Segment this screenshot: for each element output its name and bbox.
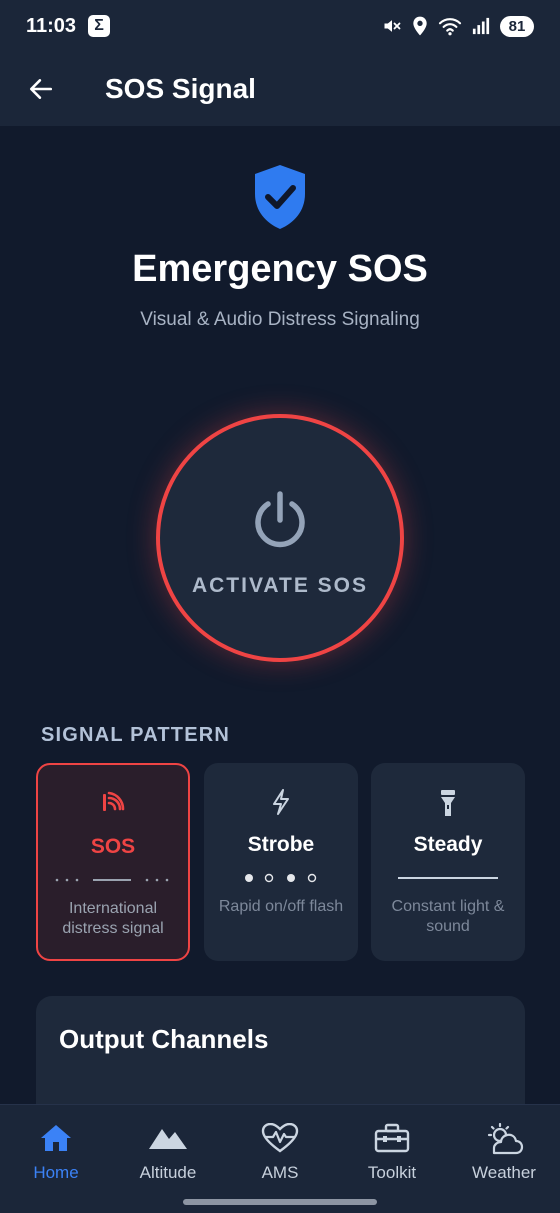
back-button[interactable] (17, 65, 65, 113)
status-left: 11:03 Σ (26, 14, 111, 38)
pattern-card-steady[interactable]: Steady Constant light & sound (371, 763, 525, 961)
nav-item-toolkit[interactable]: Toolkit (336, 1105, 448, 1201)
weather-icon (448, 1123, 560, 1157)
nav-item-altitude[interactable]: Altitude (112, 1105, 224, 1201)
heartbeat-icon (224, 1123, 336, 1153)
mute-icon (384, 20, 401, 32)
shield-check-icon (251, 163, 309, 236)
app-bar: SOS Signal (0, 52, 560, 126)
power-icon (252, 490, 308, 555)
nav-label: AMS (261, 1163, 299, 1182)
signal-pattern-label: SIGNAL PATTERN (41, 724, 231, 746)
activate-sos-button[interactable]: ACTIVATE SOS (156, 414, 404, 662)
signal-icon (472, 17, 490, 35)
battery-indicator: 81 (500, 15, 534, 37)
toolbox-icon (336, 1123, 448, 1153)
status-right: 81 (382, 15, 534, 37)
steady-pattern-visual (371, 869, 525, 887)
nav-item-ams[interactable]: AMS (224, 1105, 336, 1201)
nav-item-weather[interactable]: Weather (448, 1105, 560, 1201)
location-icon (413, 16, 427, 36)
nav-label: Altitude (139, 1163, 197, 1182)
page-title: SOS Signal (105, 73, 256, 104)
bottom-nav: Home Altitude AMS Toolkit Weather (0, 1104, 560, 1213)
activate-sos-label: ACTIVATE SOS (191, 574, 369, 597)
broadcast-icon (38, 791, 188, 813)
strobe-pattern-visual (204, 869, 358, 887)
status-bar: 11:03 Σ 81 (0, 0, 560, 52)
pattern-name: Strobe (247, 833, 315, 856)
lightning-icon (204, 789, 358, 815)
pattern-description: Rapid on/off flash (218, 898, 344, 915)
nav-label: Home (33, 1163, 79, 1182)
hero-title: Emergency SOS (132, 248, 428, 290)
status-time: 11:03 (26, 14, 77, 37)
arrow-left-icon (29, 79, 53, 99)
pattern-name: Steady (413, 833, 483, 856)
sigma-icon: Σ (88, 15, 111, 37)
home-icon (0, 1123, 112, 1153)
flashlight-icon (371, 789, 525, 817)
home-indicator[interactable] (183, 1199, 377, 1205)
pattern-name: SOS (90, 835, 136, 858)
nav-item-home[interactable]: Home (0, 1105, 112, 1201)
mountain-icon (112, 1123, 224, 1151)
hero-subtitle: Visual & Audio Distress Signaling (140, 309, 420, 330)
pattern-card-strobe[interactable]: Strobe Rapid on/off flash (204, 763, 358, 961)
wifi-icon (438, 18, 462, 36)
output-channels-title: Output Channels (59, 1024, 269, 1054)
morse-pattern-visual (38, 871, 188, 889)
pattern-card-sos[interactable]: SOS International distress signal (36, 763, 190, 961)
nav-label: Weather (472, 1163, 536, 1182)
pattern-description: International distress signal (62, 900, 164, 937)
pattern-description: Constant light & sound (391, 898, 505, 935)
nav-label: Toolkit (367, 1163, 417, 1182)
